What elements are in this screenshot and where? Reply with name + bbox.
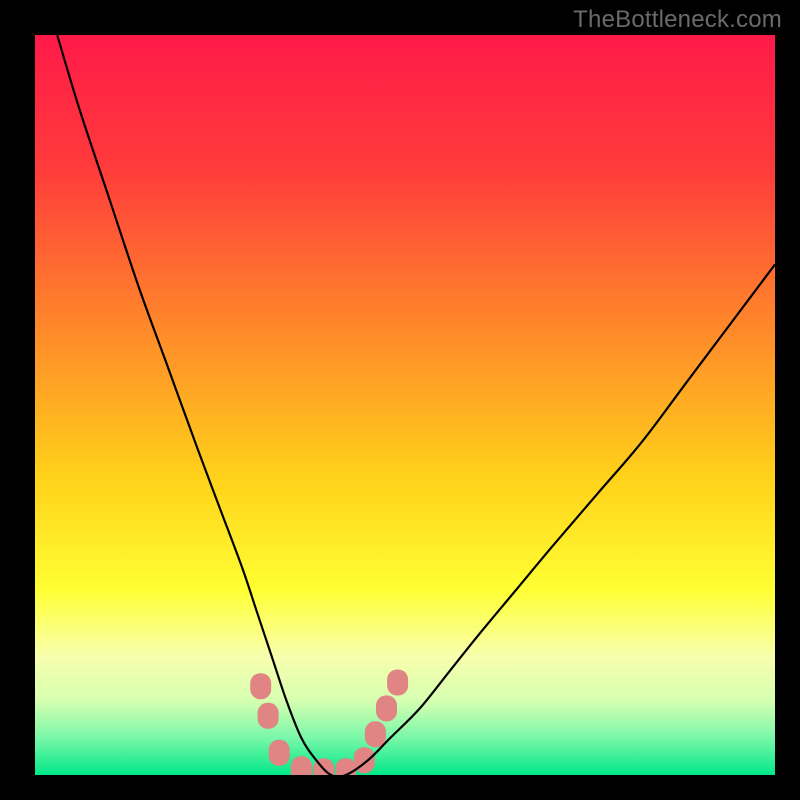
highlight-dot	[269, 740, 290, 766]
highlight-dot	[335, 758, 356, 775]
highlight-dot	[291, 756, 312, 775]
highlight-dot	[258, 703, 279, 729]
highlight-dot	[387, 670, 408, 696]
marker-group	[250, 670, 408, 776]
plot-area	[35, 35, 775, 775]
bottleneck-curve	[57, 35, 775, 775]
highlight-dot	[250, 673, 271, 699]
curve-layer	[35, 35, 775, 775]
chart-frame: TheBottleneck.com	[0, 0, 800, 800]
highlight-dot	[376, 695, 397, 721]
watermark-text: TheBottleneck.com	[573, 6, 782, 34]
highlight-dot	[365, 721, 386, 747]
